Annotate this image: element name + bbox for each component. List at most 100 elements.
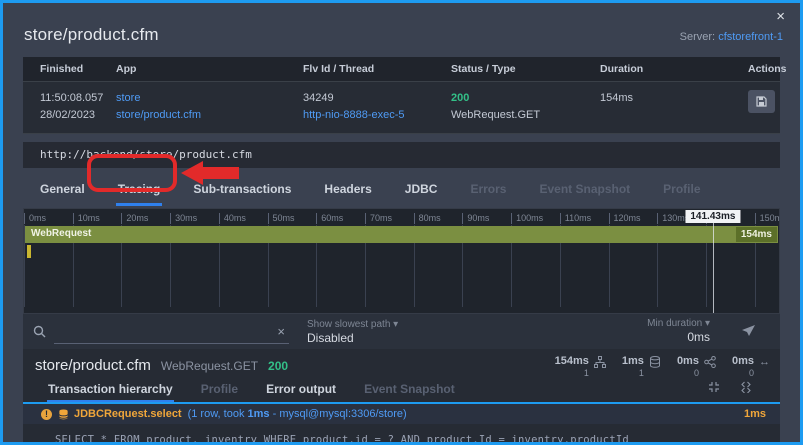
trace-filter-bar: × Show slowest path ▾ Disabled Min durat… bbox=[23, 314, 780, 350]
metric-total: 154ms 1 bbox=[555, 355, 606, 378]
metric-transfer-count: 0 bbox=[748, 368, 754, 379]
transaction-detail-panel: store/product.cfm WebRequest.GET 200 154… bbox=[23, 349, 780, 445]
transaction-details-dialog: store/product.cfm × Server: cfstorefront… bbox=[0, 0, 803, 445]
webrequest-bar[interactable]: WebRequest 154ms bbox=[25, 226, 778, 244]
search-input[interactable] bbox=[54, 325, 274, 338]
metric-total-count: 1 bbox=[583, 368, 589, 379]
metric-jdbc: 1ms 1 bbox=[622, 355, 661, 378]
share-icon bbox=[704, 356, 716, 369]
ruler-tick: 30ms bbox=[170, 213, 197, 225]
cursor-time-label: 141.43ms bbox=[685, 210, 741, 224]
tree-tools bbox=[708, 381, 752, 394]
cell-finished: 11:50:08.057 28/02/2023 bbox=[40, 90, 116, 124]
webrequest-bar-label: WebRequest bbox=[31, 228, 92, 240]
metric-jdbc-value: 1ms bbox=[621, 355, 644, 368]
jdbc-span-marker[interactable] bbox=[27, 245, 31, 259]
jdbc-request-name: JDBCRequest.select bbox=[74, 408, 182, 421]
flv-id: 34249 bbox=[303, 92, 334, 104]
server-info: Server: cfstorefront-1 bbox=[680, 31, 783, 43]
ruler-tick: 80ms bbox=[413, 213, 441, 225]
tab-event-snapshot: Event Snapshot bbox=[539, 182, 631, 197]
jdbc-datasource-link[interactable]: mysql@mysql:3306/store bbox=[279, 408, 403, 420]
send-icon[interactable] bbox=[741, 324, 756, 337]
ruler-tick: 50ms bbox=[267, 213, 295, 225]
min-duration-value: 0ms bbox=[687, 330, 710, 345]
slowest-path-label: Show slowest path ▾ bbox=[307, 318, 399, 330]
finished-time: 11:50:08.057 bbox=[40, 92, 104, 104]
detail-status-badge: 200 bbox=[268, 359, 289, 374]
tab-detail-profile: Profile bbox=[200, 382, 239, 397]
webrequest-duration-chip: 154ms bbox=[735, 227, 777, 243]
tab-error-output[interactable]: Error output bbox=[265, 380, 337, 402]
titlebar: store/product.cfm × Server: cfstorefront… bbox=[3, 3, 800, 55]
metric-total-value: 154ms bbox=[554, 355, 589, 368]
metric-transfer: 0ms 0 ↔ bbox=[732, 355, 770, 378]
cell-actions bbox=[748, 90, 785, 124]
ruler-tick: 150ms bbox=[754, 213, 779, 225]
expand-all-icon[interactable] bbox=[740, 381, 752, 394]
jdbc-tree-row[interactable]: ! JDBCRequest.select (1 row, took 1ms - … bbox=[23, 402, 780, 425]
ruler-tick: 0ms bbox=[24, 213, 46, 225]
min-duration-dropdown[interactable]: Min duration ▾ 0ms bbox=[647, 318, 710, 344]
tab-headers[interactable]: Headers bbox=[322, 178, 373, 206]
metric-external-value: 0ms bbox=[676, 355, 699, 368]
search-field-wrap: × bbox=[54, 320, 289, 344]
collapse-all-icon[interactable] bbox=[708, 381, 720, 393]
detail-tab-bar: Transaction hierarchy Profile Error outp… bbox=[47, 380, 780, 403]
database-icon bbox=[649, 356, 661, 368]
jdbc-database-icon bbox=[58, 409, 69, 420]
transaction-table: Finished App Flv Id / Thread Status / Ty… bbox=[23, 57, 787, 135]
tab-errors: Errors bbox=[470, 182, 507, 197]
close-icon[interactable]: × bbox=[776, 9, 785, 24]
page-title: store/product.cfm bbox=[24, 25, 159, 44]
cell-duration: 154ms bbox=[600, 92, 634, 104]
slowest-path-dropdown[interactable]: Show slowest path ▾ Disabled bbox=[307, 319, 398, 345]
clear-search-icon[interactable]: × bbox=[273, 324, 289, 339]
cell-status-type: 200 WebRequest.GET bbox=[451, 90, 600, 124]
ruler-tick: 20ms bbox=[121, 213, 148, 225]
tab-transaction-hierarchy[interactable]: Transaction hierarchy bbox=[47, 380, 174, 403]
col-actions: Actions bbox=[748, 63, 787, 75]
sql-statement: SELECT * FROM product, inventry WHERE pr… bbox=[55, 434, 629, 445]
tab-jdbc[interactable]: JDBC bbox=[403, 178, 440, 206]
ruler-tick: 70ms bbox=[364, 213, 392, 225]
tab-general[interactable]: General bbox=[38, 178, 87, 206]
app-page-link[interactable]: store/product.cfm bbox=[116, 107, 303, 124]
ruler-tick: 120ms bbox=[608, 213, 641, 225]
server-label: Server: bbox=[679, 31, 716, 43]
details-action-button[interactable] bbox=[748, 90, 775, 113]
request-type: WebRequest.GET bbox=[451, 109, 541, 122]
ruler-tick: 100ms bbox=[511, 213, 543, 225]
thread-link[interactable]: http-nio-8888-exec-5 bbox=[303, 107, 451, 124]
status-badge: 200 bbox=[451, 92, 470, 104]
tab-tracing[interactable]: Tracing bbox=[115, 178, 163, 207]
detail-request-type: WebRequest.GET bbox=[160, 359, 259, 374]
ruler-tick: 90ms bbox=[462, 213, 489, 225]
alert-icon: ! bbox=[41, 408, 52, 420]
min-duration-label: Min duration ▾ bbox=[647, 318, 710, 330]
timeline-ruler: 0ms 10ms 20ms 30ms 40ms 50ms 60ms 70ms 80ms 90ms 1… bbox=[24, 209, 779, 225]
col-finished: Finished bbox=[40, 63, 84, 75]
metric-jdbc-count: 1 bbox=[638, 368, 644, 379]
ruler-tick: 60ms bbox=[316, 213, 343, 225]
table-header: Finished App Flv Id / Thread Status / Ty… bbox=[23, 57, 787, 81]
tab-bar: General Tracing Sub-transactions Headers… bbox=[23, 178, 780, 207]
request-url-bar: http://backend/store/product.cfm bbox=[23, 142, 780, 169]
metric-external-count: 0 bbox=[693, 368, 699, 379]
table-row: 11:50:08.057 28/02/2023 store store/prod… bbox=[23, 81, 780, 135]
tab-sub-transactions[interactable]: Sub-transactions bbox=[191, 178, 293, 206]
server-link[interactable]: cfstorefront-1 bbox=[718, 31, 783, 43]
metric-external: 0ms 0 bbox=[677, 355, 716, 378]
hierarchy-icon bbox=[593, 356, 606, 369]
floppy-icon bbox=[756, 96, 767, 107]
search-icon bbox=[33, 325, 46, 338]
col-status-type: Status / Type bbox=[451, 63, 516, 75]
slowest-path-value: Disabled bbox=[307, 330, 354, 345]
tab-profile: Profile bbox=[663, 182, 701, 197]
trace-timeline: 0ms 10ms 20ms 30ms 40ms 50ms 60ms 70ms 80ms 90ms 1… bbox=[23, 208, 780, 315]
app-link[interactable]: store bbox=[116, 90, 303, 107]
finished-date: 28/02/2023 bbox=[40, 109, 96, 122]
timing-metrics: 154ms 1 1ms 1 0ms 0 0ms 0 ↔ bbox=[555, 355, 770, 378]
transfer-icon: ↔ bbox=[759, 356, 770, 369]
cell-app: store store/product.cfm bbox=[116, 90, 303, 124]
